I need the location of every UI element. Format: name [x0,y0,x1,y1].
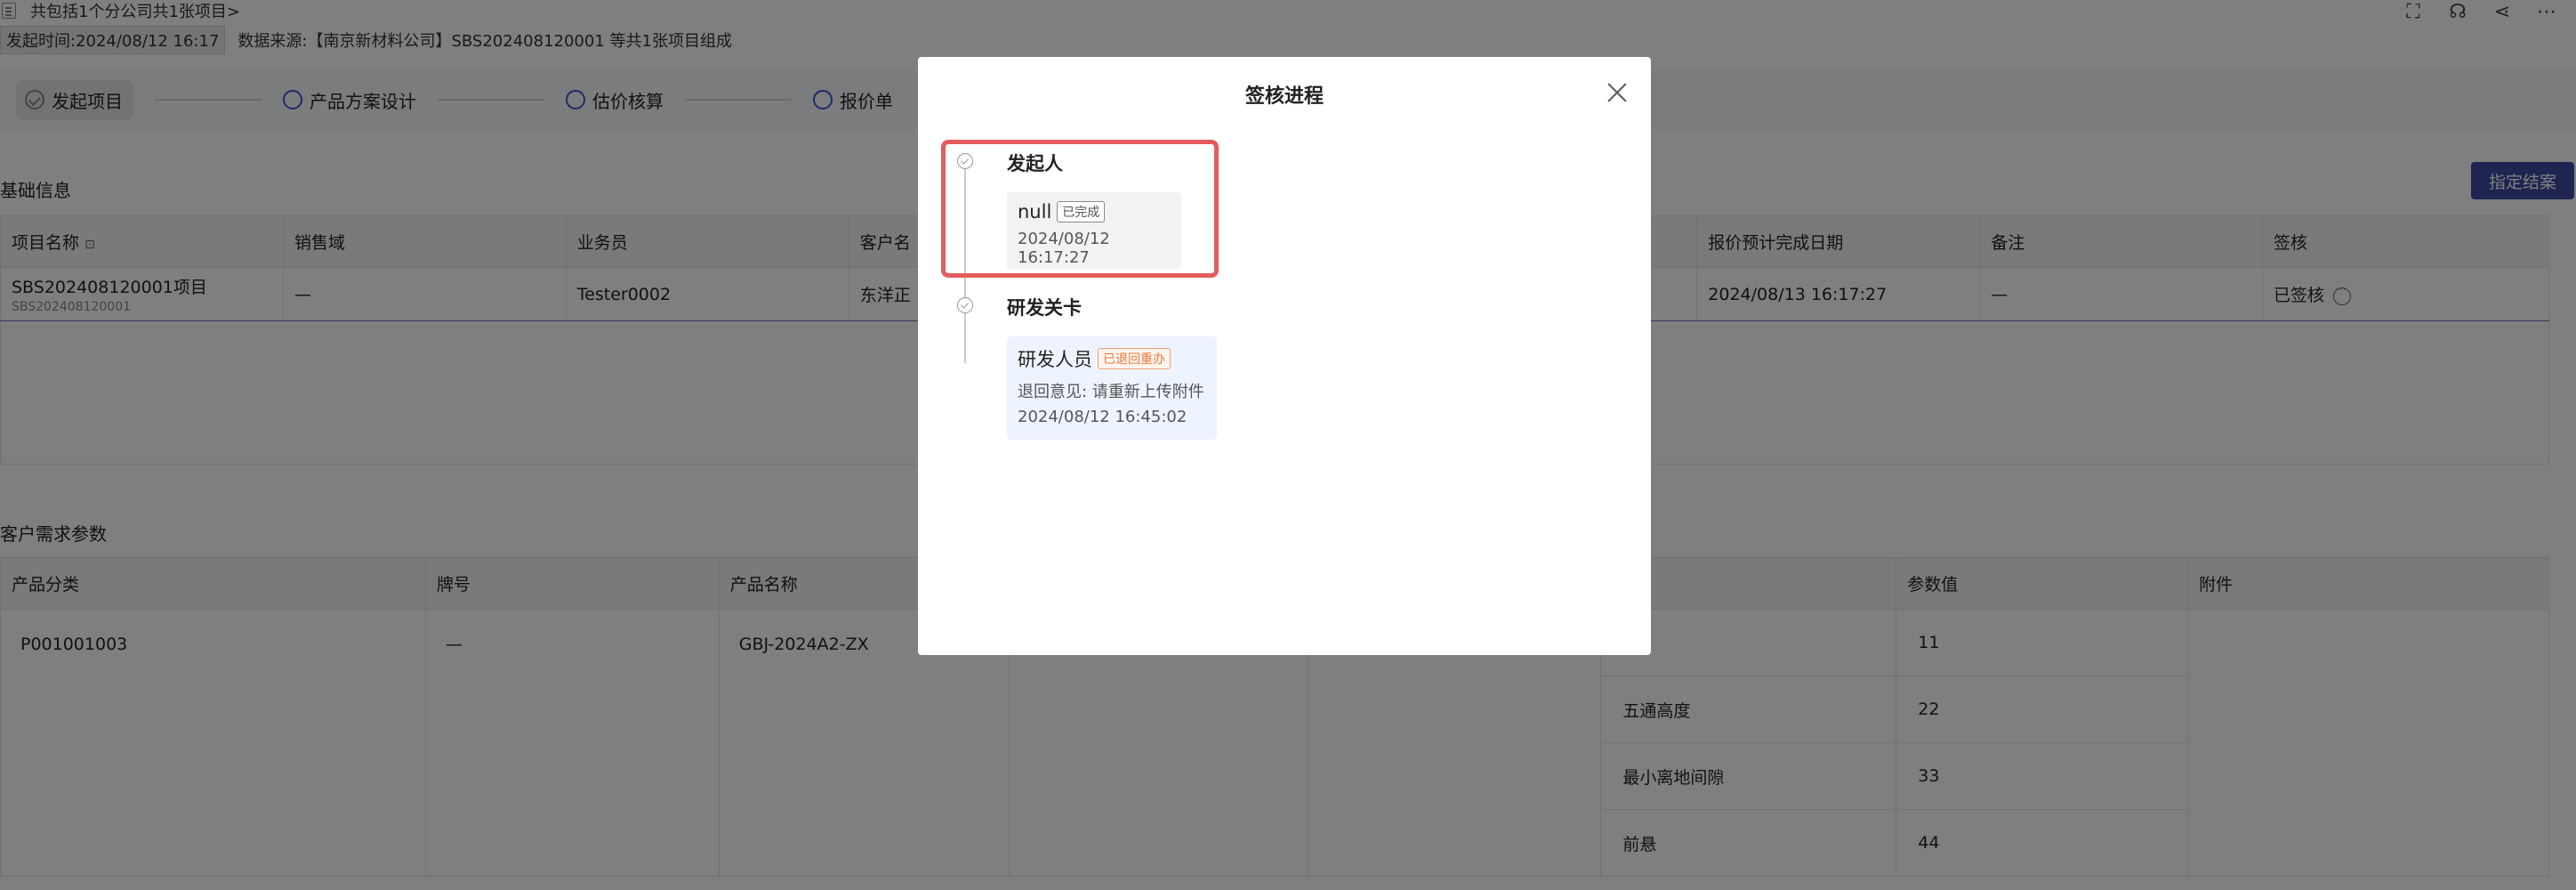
status-badge: 已退回重办 [1098,348,1171,369]
approver-name: 研发人员 [1018,349,1092,370]
timeline-node-title: 研发关卡 [1007,297,1082,319]
timestamp: 2024/08/12 16:45:02 [1018,408,1187,426]
close-icon[interactable] [1606,82,1628,103]
return-comment: 退回意见: 请重新上传附件 [1018,383,1204,401]
modal-title: 签核进程 [1244,85,1324,108]
timeline-card: 研发人员 已退回重办 退回意见: 请重新上传附件 2024/08/12 16:4… [1007,336,1217,440]
highlight-box [941,140,1219,278]
check-circle-icon [957,297,973,313]
